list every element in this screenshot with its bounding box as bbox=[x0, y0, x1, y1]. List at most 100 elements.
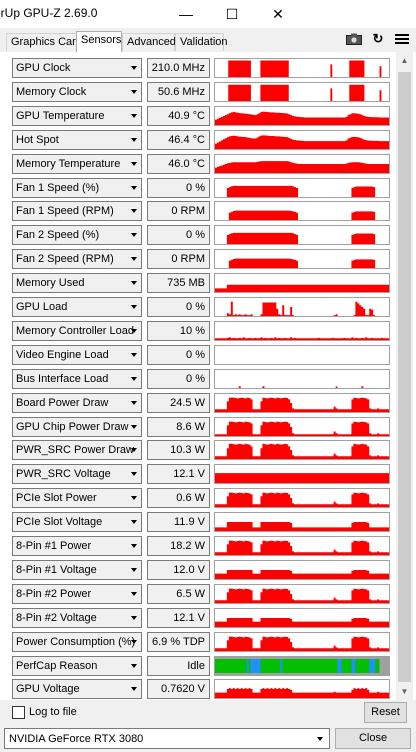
perfcap-bar bbox=[280, 658, 283, 673]
sensor-name-dropdown[interactable]: Board Power Draw bbox=[12, 392, 142, 413]
title-bar: erUp GPU-Z 2.69.0 — ☐ ✕ bbox=[0, 0, 416, 28]
sensor-name-dropdown[interactable]: Video Engine Load bbox=[12, 344, 142, 365]
sensor-name-dropdown[interactable]: 8-Pin #1 Power bbox=[12, 536, 142, 556]
chevron-down-icon bbox=[131, 137, 137, 142]
sensor-name-dropdown[interactable]: PerfCap Reason bbox=[12, 655, 142, 676]
sensor-graph-area bbox=[215, 540, 389, 555]
close-window-button[interactable]: ✕ bbox=[255, 0, 301, 28]
scroll-up-icon[interactable]: ▲ bbox=[396, 52, 413, 69]
sensor-graph bbox=[214, 249, 390, 270]
sensor-value: 10 % bbox=[147, 320, 210, 341]
tab-advanced[interactable]: Advanced bbox=[122, 33, 176, 51]
sensor-name: PCIe Slot Power bbox=[16, 492, 97, 505]
sensor-graph bbox=[214, 583, 390, 604]
chevron-down-icon bbox=[131, 281, 137, 286]
sensor-name-dropdown[interactable]: 8-Pin #1 Voltage bbox=[12, 559, 142, 580]
sensor-name-dropdown[interactable]: PCIe Slot Power bbox=[12, 488, 142, 509]
chevron-down-icon bbox=[131, 233, 137, 238]
scroll-down-icon[interactable]: ▼ bbox=[396, 683, 413, 700]
sensor-value: 0 % bbox=[147, 368, 210, 389]
perfcap-bar bbox=[228, 658, 232, 673]
sensor-graph bbox=[214, 368, 390, 389]
sensor-graph-area bbox=[215, 473, 389, 484]
sensor-graph bbox=[214, 201, 390, 222]
chevron-down-icon bbox=[131, 209, 137, 214]
sensor-graph bbox=[214, 177, 390, 198]
sensor-name-dropdown[interactable]: Fan 1 Speed (RPM) bbox=[12, 201, 142, 222]
sensor-name-dropdown[interactable]: Fan 1 Speed (%) bbox=[12, 177, 142, 198]
refresh-icon[interactable]: ↻ bbox=[368, 30, 388, 48]
sensor-graph-area bbox=[215, 284, 389, 293]
chevron-down-icon bbox=[131, 687, 137, 692]
sensor-name: Board Power Draw bbox=[16, 396, 109, 409]
tab-graphics-card[interactable]: Graphics Card bbox=[6, 33, 82, 51]
sensor-name: GPU Chip Power Draw bbox=[16, 420, 129, 433]
perfcap-bar bbox=[292, 658, 295, 673]
log-to-file-checkbox[interactable] bbox=[12, 706, 25, 719]
sensor-row: GPU Temperature 40.9 °C bbox=[12, 105, 390, 127]
sensor-graph bbox=[214, 105, 390, 126]
sensor-row: 8-Pin #2 Power 6.5 W bbox=[12, 583, 390, 605]
sensor-name-dropdown[interactable]: 8-Pin #2 Voltage bbox=[12, 607, 142, 628]
sensor-name-dropdown[interactable]: PCIe Slot Voltage bbox=[12, 512, 142, 533]
tab-sensors[interactable]: Sensors bbox=[76, 31, 122, 52]
sensor-name: Memory Used bbox=[16, 277, 85, 290]
sensor-name-dropdown[interactable]: Hot Spot bbox=[12, 129, 142, 150]
sensor-name: 8-Pin #2 Power bbox=[16, 587, 92, 600]
minimize-button[interactable]: — bbox=[163, 0, 209, 28]
sensor-value: 0 % bbox=[147, 177, 210, 198]
sensor-name: Hot Spot bbox=[16, 133, 59, 146]
sensor-name: 8-Pin #1 Power bbox=[16, 540, 92, 552]
sensor-name-dropdown[interactable]: GPU Clock bbox=[12, 58, 142, 78]
sensor-name-dropdown[interactable]: PWR_SRC Voltage bbox=[12, 464, 142, 485]
sensor-name-dropdown[interactable]: Memory Clock bbox=[12, 81, 142, 102]
sensor-name-dropdown[interactable]: Fan 2 Speed (RPM) bbox=[12, 249, 142, 270]
perfcap-bar bbox=[268, 658, 271, 673]
sensor-name: Video Engine Load bbox=[16, 348, 109, 361]
perfcap-bar bbox=[278, 658, 281, 673]
sensor-name-dropdown[interactable]: Memory Used bbox=[12, 273, 142, 294]
sensor-graph-area bbox=[215, 185, 389, 197]
sensor-name-dropdown[interactable]: GPU Voltage bbox=[12, 679, 142, 700]
chevron-down-icon bbox=[131, 328, 137, 333]
sensor-row: Memory Temperature 46.0 °C bbox=[12, 153, 390, 175]
maximize-button[interactable]: ☐ bbox=[209, 0, 255, 28]
gpu-select[interactable]: NVIDIA GeForce RTX 3080 bbox=[4, 728, 330, 749]
sensor-name-dropdown[interactable]: GPU Chip Power Draw bbox=[12, 416, 142, 437]
scrollbar-thumb[interactable] bbox=[398, 72, 411, 682]
sensor-name-dropdown[interactable]: PWR_SRC Power Draw bbox=[12, 440, 142, 461]
chevron-down-icon bbox=[131, 639, 137, 644]
tab-validation[interactable]: Validation bbox=[175, 33, 228, 51]
sensor-name-dropdown[interactable]: Fan 2 Speed (%) bbox=[12, 225, 142, 246]
sensor-graph-area bbox=[215, 233, 389, 245]
chevron-down-icon bbox=[131, 89, 137, 94]
sensor-graph-area bbox=[215, 588, 389, 603]
sensor-name-dropdown[interactable]: Memory Controller Load bbox=[12, 320, 142, 341]
sensor-name-dropdown[interactable]: 8-Pin #2 Power bbox=[12, 583, 142, 604]
sensor-row: GPU Load 0 % bbox=[12, 297, 390, 318]
sensor-name-dropdown[interactable]: Power Consumption (%) bbox=[12, 631, 142, 652]
sensor-row: Hot Spot 46.4 °C bbox=[12, 129, 390, 151]
perfcap-bar bbox=[260, 658, 263, 673]
reset-button[interactable]: Reset bbox=[364, 702, 407, 723]
sensor-graph bbox=[214, 129, 390, 150]
camera-icon[interactable] bbox=[344, 30, 364, 48]
sensor-graph bbox=[214, 464, 390, 485]
perfcap-bar bbox=[343, 658, 346, 673]
sensor-name-dropdown[interactable]: Bus Interface Load bbox=[12, 368, 142, 389]
sensor-graph bbox=[214, 655, 390, 676]
hamburger-menu-icon[interactable] bbox=[392, 30, 412, 48]
perfcap-bar bbox=[325, 658, 329, 673]
close-button[interactable]: Close bbox=[335, 728, 411, 749]
sensor-name: PWR_SRC Voltage bbox=[16, 468, 111, 481]
sensor-name-dropdown[interactable]: Memory Temperature bbox=[12, 153, 142, 174]
sensor-row: PWR_SRC Power Draw 10.3 W bbox=[12, 440, 390, 461]
perfcap-bar bbox=[317, 658, 321, 673]
sensor-name: Fan 2 Speed (RPM) bbox=[16, 253, 114, 266]
vertical-scrollbar[interactable]: ▲ ▼ bbox=[396, 52, 413, 700]
sensor-value: 0.6 W bbox=[147, 488, 210, 509]
sensor-name-dropdown[interactable]: GPU Load bbox=[12, 297, 142, 317]
perfcap-bar bbox=[242, 658, 245, 673]
sensor-name-dropdown[interactable]: GPU Temperature bbox=[12, 105, 142, 126]
sensor-row: 8-Pin #1 Power 18.2 W bbox=[12, 536, 390, 557]
